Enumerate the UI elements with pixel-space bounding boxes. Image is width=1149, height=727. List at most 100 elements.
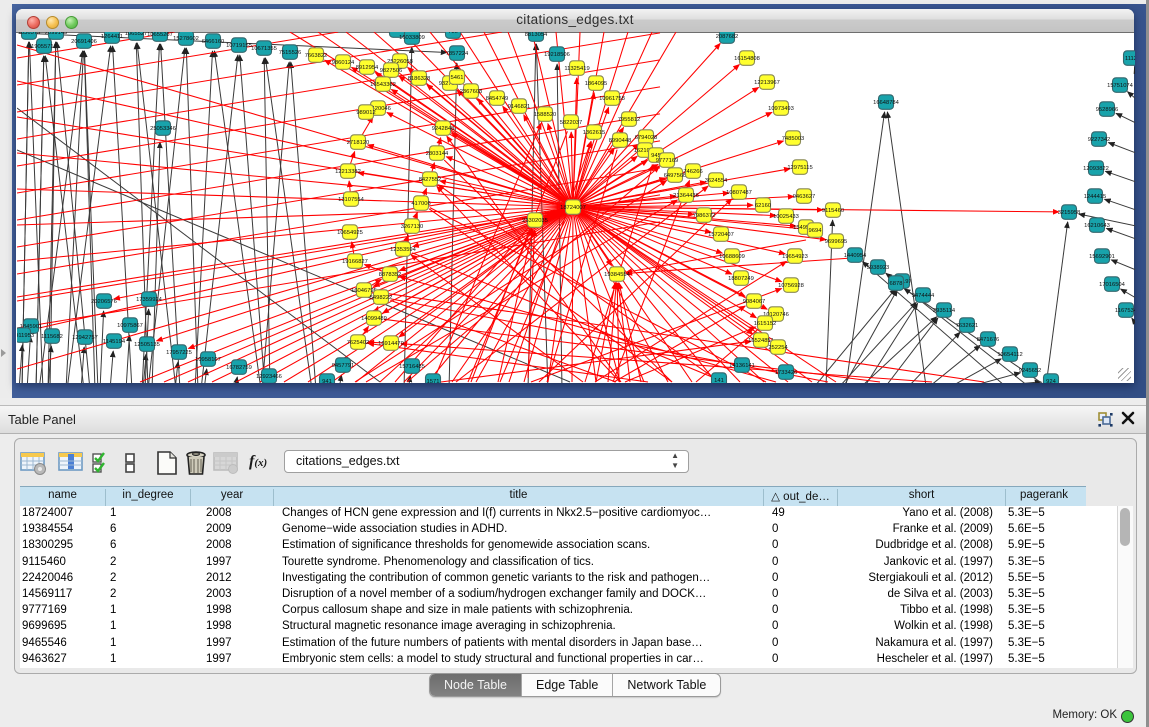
svg-text:19384554: 19384554 [604, 272, 631, 278]
svg-text:7955812: 7955812 [618, 117, 641, 123]
svg-text:12213382: 12213382 [335, 169, 361, 175]
svg-text:6794028: 6794028 [635, 135, 658, 141]
svg-text:12942757: 12942757 [72, 335, 98, 341]
svg-text:15751074: 15751074 [1107, 83, 1134, 89]
svg-text:9457791: 9457791 [332, 363, 355, 369]
svg-text:7857224: 7857224 [446, 51, 469, 57]
svg-text:5822037: 5822037 [560, 120, 583, 126]
svg-text:9084067: 9084067 [743, 299, 766, 305]
svg-text:17957225: 17957225 [166, 350, 192, 356]
svg-text:2367608: 2367608 [460, 89, 483, 95]
svg-text:12213967: 12213967 [754, 80, 780, 86]
svg-text:18807249: 18807249 [728, 276, 754, 282]
svg-text:15278602: 15278602 [173, 36, 199, 42]
svg-text:16033809: 16033809 [399, 35, 425, 41]
svg-text:10975867: 10975867 [117, 323, 143, 329]
svg-text:7625402: 7625402 [347, 340, 370, 346]
svg-text:12505135: 12505135 [134, 342, 160, 348]
svg-text:16154808: 16154808 [734, 56, 760, 62]
svg-text:1264411: 1264411 [101, 34, 123, 40]
svg-text:924: 924 [1046, 379, 1056, 383]
svg-text:9699695: 9699695 [825, 239, 848, 245]
svg-text:9860124: 9860124 [332, 60, 355, 66]
svg-text:2099143: 2099143 [45, 32, 68, 36]
svg-text:12923466: 12923466 [256, 374, 282, 380]
svg-text:11325419: 11325419 [564, 66, 589, 72]
svg-text:20206576: 20206576 [91, 299, 117, 305]
svg-text:5461: 5461 [451, 75, 464, 81]
svg-text:8878352: 8878352 [379, 272, 402, 278]
svg-text:1588520: 1588520 [534, 112, 557, 118]
svg-text:15716485: 15716485 [399, 364, 425, 370]
svg-text:252254: 252254 [768, 345, 788, 351]
svg-text:18724007: 18724007 [560, 205, 586, 211]
svg-text:1167534: 1167534 [1115, 308, 1135, 314]
svg-text:1615152: 1615152 [754, 321, 777, 327]
svg-text:1145194: 1145194 [103, 339, 126, 345]
svg-text:12975115: 12975115 [787, 165, 812, 171]
svg-text:3911953: 3911953 [17, 333, 34, 339]
svg-text:21364436: 21364436 [673, 193, 699, 199]
svg-text:10671355: 10671355 [251, 46, 277, 52]
svg-text:10756928: 10756928 [778, 283, 804, 289]
svg-text:7632621: 7632621 [956, 323, 979, 329]
svg-text:141: 141 [714, 378, 724, 383]
svg-text:9694: 9694 [809, 228, 823, 234]
svg-text:17016504: 17016504 [1099, 282, 1126, 288]
svg-text:6466160: 6466160 [202, 39, 225, 45]
svg-text:8813054: 8813054 [525, 32, 548, 38]
svg-text:20691406: 20691406 [71, 39, 97, 45]
svg-text:9474444: 9474444 [912, 293, 935, 299]
svg-text:2935114: 2935114 [933, 308, 956, 314]
svg-text:9245652: 9245652 [1019, 368, 1042, 374]
svg-text:8454749: 8454749 [486, 96, 509, 102]
svg-text:2803144: 2803144 [426, 151, 449, 157]
svg-text:19166827: 19166827 [342, 259, 368, 265]
svg-text:3215958: 3215958 [1058, 210, 1081, 216]
svg-text:1733426: 1733426 [775, 370, 798, 376]
svg-text:8427552: 8427552 [419, 177, 442, 183]
svg-text:7485003: 7485003 [782, 136, 805, 142]
svg-text:16914479: 16914479 [378, 341, 404, 347]
svg-text:8471676: 8471676 [977, 337, 1000, 343]
svg-text:2718120: 2718120 [347, 140, 370, 146]
svg-text:10654925: 10654925 [337, 230, 363, 236]
svg-text:10973493: 10973493 [768, 106, 794, 112]
svg-text:25302035: 25302035 [522, 218, 548, 224]
svg-text:989012: 989012 [356, 110, 375, 116]
svg-text:1440954: 1440954 [844, 253, 867, 259]
svg-text:1115682: 1115682 [41, 334, 63, 340]
svg-text:5498222: 5498222 [370, 295, 393, 301]
svg-text:25053346: 25053346 [150, 126, 176, 132]
svg-text:746266: 746266 [683, 169, 702, 175]
svg-text:14136141: 14136141 [729, 363, 755, 369]
svg-text:10958107: 10958107 [195, 357, 221, 363]
svg-text:9827506: 9827506 [380, 68, 403, 74]
svg-text:15692901: 15692901 [1089, 254, 1115, 260]
svg-text:941: 941 [322, 379, 332, 383]
svg-text:9146821: 9146821 [508, 104, 531, 110]
svg-text:6878: 6878 [890, 281, 903, 287]
svg-text:9227342: 9227342 [1088, 137, 1111, 143]
svg-text:16782759: 16782759 [226, 365, 252, 371]
svg-text:16543362: 16543362 [370, 82, 396, 88]
svg-text:9777169: 9777169 [656, 158, 679, 164]
svg-text:10807487: 10807487 [726, 190, 752, 196]
svg-text:9115460: 9115460 [822, 208, 844, 214]
svg-text:14099489: 14099489 [361, 316, 387, 322]
svg-text:10688609: 10688609 [719, 254, 745, 260]
svg-text:785: 785 [448, 32, 458, 35]
svg-text:5938923: 5938923 [867, 265, 890, 271]
svg-text:1065527: 1065527 [125, 32, 148, 37]
svg-text:7515526: 7515526 [279, 50, 302, 56]
svg-text:10025433: 10025433 [773, 214, 799, 220]
svg-text:10961758: 10961758 [599, 96, 625, 102]
svg-text:19218506: 19218506 [544, 52, 570, 58]
svg-text:17359924: 17359924 [136, 297, 163, 303]
svg-text:8186328: 8186328 [408, 76, 431, 82]
svg-text:3624554: 3624554 [705, 178, 728, 184]
svg-text:2087682: 2087682 [716, 34, 739, 40]
svg-text:1362615: 1362615 [583, 130, 606, 136]
svg-text:13107554: 13107554 [338, 197, 365, 203]
svg-text:9463627: 9463627 [793, 194, 816, 200]
